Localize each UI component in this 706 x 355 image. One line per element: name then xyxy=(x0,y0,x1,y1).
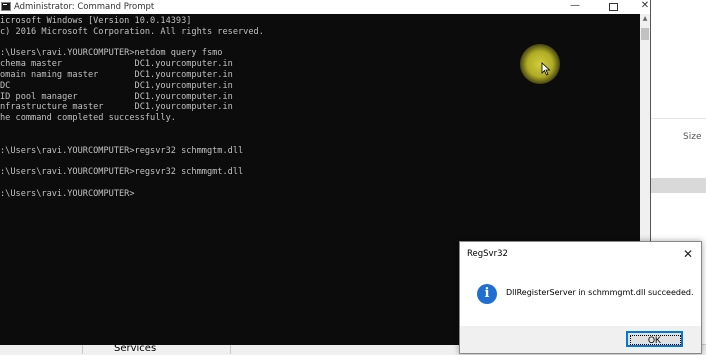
maximize-button[interactable] xyxy=(598,0,628,14)
minimize-button[interactable]: — xyxy=(560,0,590,14)
ok-button-label: OK xyxy=(647,335,661,345)
console-line: :\Users\ravi.YOURCOMPUTER> xyxy=(0,188,135,199)
dialog-message: DllRegisterServer in schmmgmt.dll succee… xyxy=(506,288,694,297)
dialog-title-bar[interactable]: RegSvr32 ✕ xyxy=(460,242,701,267)
cursor-highlight xyxy=(520,44,560,84)
console-line: c) 2016 Microsoft Corporation. All right… xyxy=(0,26,264,37)
background-header-divider xyxy=(651,118,706,119)
info-icon: i xyxy=(477,284,497,304)
console-line: he command completed successfully. xyxy=(0,113,176,124)
bottom-divider xyxy=(82,344,83,354)
console-line: nfrastructure master DC1.yourcomputer.in xyxy=(0,102,233,113)
dialog-close-button[interactable]: ✕ xyxy=(679,245,697,263)
console-line: :\Users\ravi.YOURCOMPUTER>regsvr32 schmm… xyxy=(0,145,244,156)
minimize-icon: — xyxy=(570,0,580,11)
scrollbar-thumb[interactable] xyxy=(641,28,649,40)
cmd-window-title: Administrator: Command Prompt xyxy=(14,2,155,12)
size-column-header[interactable]: Size xyxy=(683,132,701,142)
console-line: ID pool manager DC1.yourcomputer.in xyxy=(0,91,233,102)
dialog-title: RegSvr32 xyxy=(467,249,508,259)
bottom-divider xyxy=(230,344,231,354)
console-line: :\Users\ravi.YOURCOMPUTER>regsvr32 schmm… xyxy=(0,167,244,178)
scroll-up-arrow-icon[interactable]: ▲ xyxy=(640,15,650,22)
close-button[interactable]: ✕ xyxy=(630,0,660,14)
services-item[interactable]: Services xyxy=(114,344,156,354)
cmd-title-bar[interactable]: Administrator: Command Prompt — ✕ xyxy=(0,0,650,14)
regsvr32-dialog[interactable]: RegSvr32 ✕ i DllRegisterServer in schmmg… xyxy=(459,241,702,354)
close-icon: ✕ xyxy=(640,0,650,11)
console-line: icrosoft Windows [Version 10.0.14393] xyxy=(0,16,192,26)
dialog-body: i DllRegisterServer in schmmgmt.dll succ… xyxy=(460,267,701,326)
maximize-icon xyxy=(608,3,618,11)
close-icon: ✕ xyxy=(682,247,694,261)
background-selected-row[interactable] xyxy=(651,178,706,193)
ok-button[interactable]: OK xyxy=(626,331,683,347)
cmd-app-icon xyxy=(1,2,11,11)
